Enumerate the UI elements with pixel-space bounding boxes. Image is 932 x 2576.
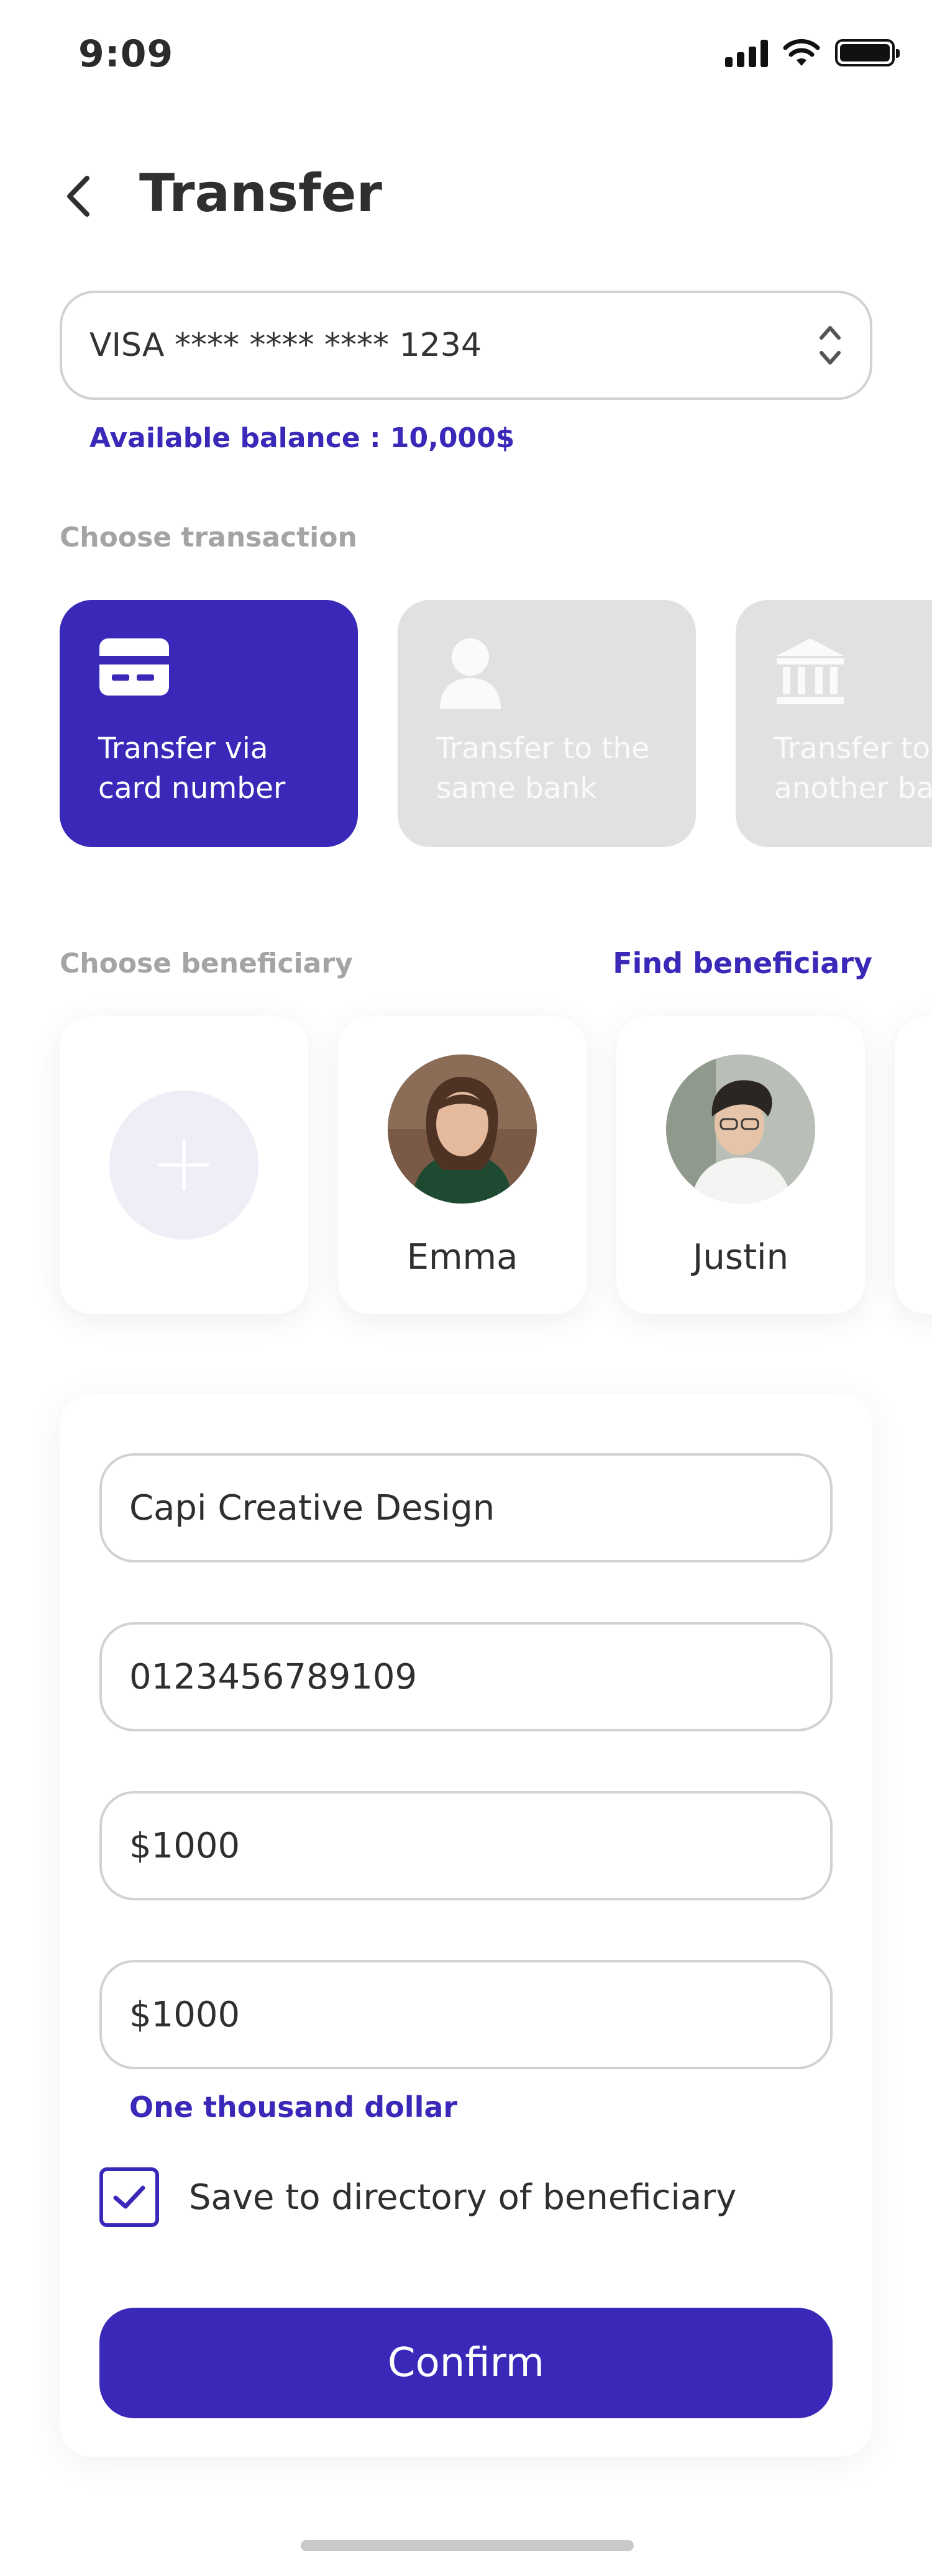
choose-beneficiary-label: Choose beneficiary: [60, 948, 353, 979]
transfer-form: One thousand dollar Save to directory of…: [60, 1394, 872, 2457]
back-button[interactable]: [53, 166, 103, 226]
add-beneficiary-button[interactable]: [60, 1016, 308, 1314]
confirm-button[interactable]: Confirm: [99, 2308, 833, 2418]
avatar: [666, 1054, 815, 1204]
bank-icon: [777, 638, 844, 704]
chevron-up-down-icon: [820, 326, 841, 365]
status-time: 9:09: [78, 32, 174, 76]
tx-card-label: Transfer via card number: [98, 732, 286, 805]
beneficiary-card-emma[interactable]: Emma: [338, 1016, 587, 1314]
tx-card-label: Transfer to the same bank: [436, 732, 650, 805]
amount-in-words: One thousand dollar: [129, 2090, 458, 2124]
chevron-left-icon: [67, 176, 89, 217]
wifi-icon: [783, 39, 820, 66]
tx-card-same-bank[interactable]: Transfer to the same bank: [398, 600, 696, 847]
tx-card-another-bank[interactable]: Transfer to another bank: [736, 600, 932, 847]
beneficiary-name-field[interactable]: [99, 1453, 833, 1562]
status-icons: [725, 39, 900, 67]
person-icon: [440, 638, 501, 709]
available-balance: Available balance : 10,000$: [89, 422, 515, 454]
check-icon: [113, 2185, 145, 2209]
avatar: [388, 1054, 537, 1204]
amount-confirm-field[interactable]: [99, 1960, 833, 2069]
choose-transaction-label: Choose transaction: [60, 522, 357, 553]
add-circle: [109, 1091, 258, 1240]
account-number-field[interactable]: [99, 1622, 833, 1731]
battery-icon: [835, 39, 900, 66]
beneficiary-name: Emma: [406, 1237, 518, 1277]
card-select[interactable]: VISA **** **** **** 1234: [60, 291, 872, 400]
signal-icon: [725, 39, 768, 67]
beneficiary-card-justin[interactable]: Justin: [616, 1016, 865, 1314]
page-title: Transfer: [139, 163, 382, 224]
save-beneficiary-checkbox[interactable]: [99, 2167, 159, 2227]
beneficiary-name: Justin: [692, 1237, 789, 1277]
transfer-screen: 9:09 Transfer VISA **** **** **** 1234 A…: [0, 0, 932, 2576]
tx-card-label: Transfer to another bank: [774, 732, 932, 805]
amount-field[interactable]: [99, 1791, 833, 1900]
save-beneficiary-label: Save to directory of beneficiary: [189, 2177, 737, 2218]
tx-card-card-number[interactable]: Transfer via card number: [60, 600, 358, 847]
find-beneficiary-link[interactable]: Find beneficiary: [613, 946, 872, 980]
card-icon: [99, 638, 169, 696]
card-select-value: VISA **** **** **** 1234: [89, 327, 482, 364]
beneficiary-card-partial[interactable]: [895, 1016, 932, 1314]
plus-icon: [158, 1139, 210, 1191]
home-indicator: [301, 2540, 634, 2551]
